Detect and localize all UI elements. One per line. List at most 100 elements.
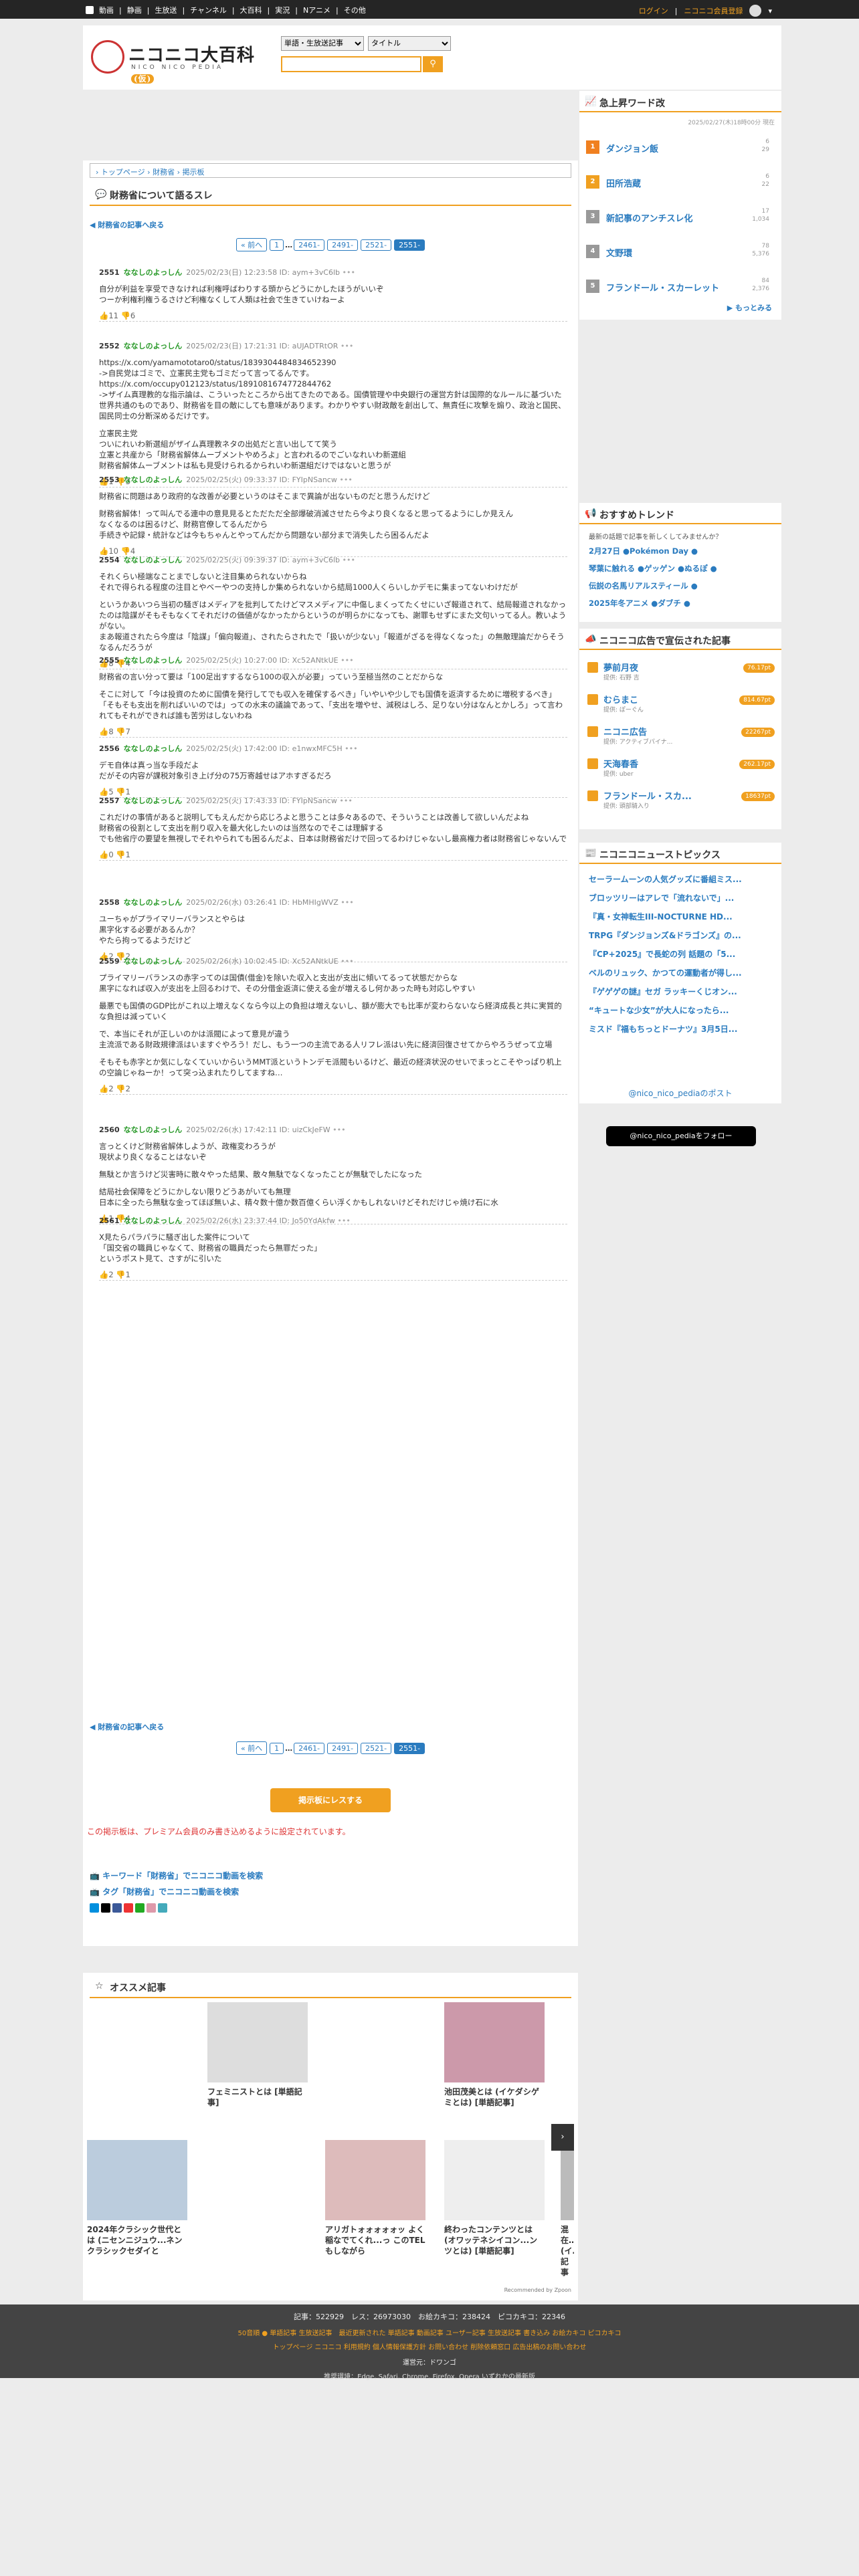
rec-card[interactable]: アリガトォォォォォッ よく稲なでてくれ...っ このTELもしながら bbox=[325, 2140, 425, 2256]
pager-prev[interactable]: « 前へ bbox=[235, 1741, 268, 1755]
nav-video[interactable]: 動画 bbox=[99, 5, 114, 15]
news-item[interactable]: “キュートな少女”が大人になったら... bbox=[589, 1004, 771, 1016]
chevron-down-icon[interactable]: ▾ bbox=[768, 7, 772, 15]
footer-links[interactable]: トップページ ニコニコ 利用規約 個人情報保護方針 お問い合わせ 削除依頼窓口 … bbox=[0, 2341, 859, 2351]
trending-item[interactable]: 5 フランドール・スカーレット 84 2,376 bbox=[586, 273, 773, 300]
back-to-article-bottom[interactable]: ◀ 財務省の記事へ戻る bbox=[90, 1721, 164, 1732]
rec-card[interactable]: 混在…(イ…記事 bbox=[561, 2140, 574, 2278]
x-icon[interactable] bbox=[101, 1903, 110, 1913]
trend-item[interactable]: 琴葉に触れる ●ゲッゲン ●ぬるぽ ● bbox=[589, 563, 717, 574]
pager-1[interactable]: 1 bbox=[270, 239, 284, 251]
news-item[interactable]: ベルのリュック、かつての運動者が得し... bbox=[589, 967, 771, 978]
post-vote[interactable]: 👍2 👎1 bbox=[99, 1269, 567, 1280]
post-vote[interactable]: 👍2 👎2 bbox=[99, 1083, 567, 1094]
line-icon[interactable] bbox=[135, 1903, 145, 1913]
post-number[interactable]: 2560 bbox=[99, 1125, 120, 1134]
avatar[interactable] bbox=[749, 5, 762, 17]
trending-word: 文野環 bbox=[606, 249, 633, 259]
pager-2491[interactable]: 2491- bbox=[327, 239, 359, 251]
search-field-select[interactable]: タイトル bbox=[368, 36, 451, 51]
footer-index-links[interactable]: 50音順 ● 単語記事 生放送記事 最近更新された 単語記事 動画記事 ユーザー… bbox=[0, 2327, 859, 2337]
news-item[interactable]: TRPG『ダンジョンズ&ドラゴンズ』の... bbox=[589, 930, 771, 941]
news-item[interactable]: セーラームーンの人気グッズに番組ミス... bbox=[589, 873, 771, 885]
register-link[interactable]: ニコニコ会員登録 bbox=[684, 5, 743, 16]
nav-more[interactable]: その他 bbox=[344, 5, 366, 15]
back-to-article-top[interactable]: ◀ 財務省の記事へ戻る bbox=[90, 219, 164, 230]
nav-live[interactable]: 生放送 bbox=[155, 5, 177, 15]
trend-item[interactable]: 2025年冬アニメ ●ダブチ ● bbox=[589, 598, 690, 609]
google-icon[interactable] bbox=[124, 1903, 133, 1913]
crumb-top[interactable]: トップページ bbox=[101, 168, 145, 177]
pager-2461[interactable]: 2461- bbox=[294, 239, 325, 251]
pocket-icon[interactable] bbox=[158, 1903, 167, 1913]
x-account[interactable]: @nico_nico_pediaのポスト bbox=[579, 1087, 781, 1099]
rec-card[interactable]: 池田茂美とは (イケダシゲミとは) [単語記事] bbox=[444, 2002, 545, 2108]
post-number[interactable]: 2558 bbox=[99, 898, 120, 907]
hatena-icon[interactable] bbox=[90, 1903, 99, 1913]
nav-channel[interactable]: チャンネル bbox=[190, 5, 227, 15]
search-tag-link[interactable]: 📺 タグ「財務省」でニコニコ動画を検索 bbox=[90, 1886, 239, 1897]
pager-1[interactable]: 1 bbox=[270, 1743, 284, 1754]
post-vote[interactable]: 👍11 👎6 bbox=[99, 310, 567, 321]
ad-article-item[interactable]: 天海春香 提供: uber 262.17pt bbox=[587, 756, 775, 780]
site-logo[interactable]: ニコニコ大百科 (仮) NICO NICO PEDIA bbox=[91, 37, 265, 84]
trend-item[interactable]: 伝説の名馬リアルスティール ● bbox=[589, 580, 698, 591]
ad-article-item[interactable]: ニコニ広告 提供: アクティブパイナ... 22267pt bbox=[587, 724, 775, 748]
post-number[interactable]: 2556 bbox=[99, 744, 120, 753]
pager-2551[interactable]: 2551- bbox=[394, 1743, 425, 1754]
nico-logo-icon[interactable] bbox=[86, 6, 94, 14]
carousel-next-button[interactable]: › bbox=[551, 2124, 574, 2151]
pager-2521[interactable]: 2521- bbox=[361, 239, 392, 251]
news-item[interactable]: 『真・女神転生III-NOCTURNE HD... bbox=[589, 911, 771, 922]
post-number[interactable]: 2559 bbox=[99, 957, 120, 966]
nav-nanime[interactable]: Nアニメ bbox=[303, 5, 330, 15]
rec-card[interactable]: 終わったコンテンツとは (オワッテネシイコン...ンツとは) [単語記事] bbox=[444, 2140, 545, 2256]
trending-item[interactable]: 3 新記事のアンチスレ化 17 1,034 bbox=[586, 203, 773, 230]
search-type-select[interactable]: 単語・生放送記事 bbox=[281, 36, 364, 51]
crumb-board[interactable]: 掲示板 bbox=[183, 168, 205, 177]
news-item[interactable]: 『ゲゲゲの謎』セガ ラッキーくじオン... bbox=[589, 986, 771, 997]
news-item[interactable]: ブロッツリーはアレで「流れないで」... bbox=[589, 892, 771, 903]
crumb-article[interactable]: 財務省 bbox=[153, 168, 175, 177]
rec-card[interactable]: フェミニストとは [単語記事] bbox=[207, 2002, 308, 2108]
search-input[interactable] bbox=[281, 56, 421, 72]
ad-article-item[interactable]: フランドール・スカ... 提供: 頭部騎入り 18637pt bbox=[587, 788, 775, 812]
forum-title: 💬 財務省について語るスレ bbox=[90, 183, 571, 206]
post-vote[interactable]: 👍0 👎1 bbox=[99, 849, 567, 860]
pager-2521[interactable]: 2521- bbox=[361, 1743, 392, 1754]
post-number[interactable]: 2551 bbox=[99, 268, 120, 277]
trend-item[interactable]: 2月27日 ●Pokémon Day ● bbox=[589, 546, 698, 556]
post-number[interactable]: 2561 bbox=[99, 1216, 120, 1225]
post-line: プライマリーバランスの赤字ってのは国債(借金)を除いた収入と支出が支出に傾いてる… bbox=[99, 973, 458, 982]
ad-article-item[interactable]: むらまこ 提供: ぽーぐん 814.67pt bbox=[587, 691, 775, 716]
nav-jikkyo[interactable]: 実況 bbox=[275, 5, 290, 15]
post-number[interactable]: 2555 bbox=[99, 656, 120, 665]
more-link[interactable]: ▶ もっとみる bbox=[727, 302, 772, 313]
post-number[interactable]: 2553 bbox=[99, 475, 120, 484]
pager-2461[interactable]: 2461- bbox=[294, 1743, 325, 1754]
post-number[interactable]: 2554 bbox=[99, 556, 120, 564]
nav-seiga[interactable]: 静画 bbox=[127, 5, 142, 15]
post-number[interactable]: 2557 bbox=[99, 796, 120, 805]
ad-badge-icon bbox=[587, 790, 598, 801]
search-keyword-link[interactable]: 📺 キーワード「財務省」でニコニコ動画を検索 bbox=[90, 1870, 263, 1881]
trending-item[interactable]: 2 田所浩蔵 6 22 bbox=[586, 169, 773, 195]
pager-2491[interactable]: 2491- bbox=[327, 1743, 359, 1754]
search-button[interactable]: ⚲ bbox=[423, 56, 443, 72]
post-vote[interactable]: 👍8 👎7 bbox=[99, 726, 567, 737]
ad-article-item[interactable]: 夢前月夜 提供: 石野 吉 76.17pt bbox=[587, 659, 775, 683]
mixi-icon[interactable] bbox=[147, 1903, 156, 1913]
news-item[interactable]: ミスド『福もちっとドーナツ』3月5日... bbox=[589, 1023, 771, 1035]
login-link[interactable]: ログイン bbox=[639, 5, 668, 16]
reply-button[interactable]: 掲示板にレスする bbox=[270, 1788, 391, 1812]
pager-2551[interactable]: 2551- bbox=[394, 239, 425, 251]
post-number[interactable]: 2552 bbox=[99, 342, 120, 350]
trending-item[interactable]: 4 文野環 78 5,376 bbox=[586, 238, 773, 265]
rec-card[interactable]: 2024年クラシック世代とは (ニセンニジュウ...ネンクラシックセダイと bbox=[87, 2140, 187, 2256]
x-follow-button[interactable]: @nico_nico_pediaをフォロー bbox=[606, 1126, 756, 1146]
news-item[interactable]: 『CP+2025』で長蛇の列 話題の「5... bbox=[589, 948, 771, 960]
pager-prev[interactable]: « 前へ bbox=[235, 238, 268, 251]
nav-dic[interactable]: 大百科 bbox=[240, 5, 262, 15]
trending-item[interactable]: 1 ダンジョン飯 6 29 bbox=[586, 134, 773, 160]
facebook-icon[interactable] bbox=[112, 1903, 122, 1913]
